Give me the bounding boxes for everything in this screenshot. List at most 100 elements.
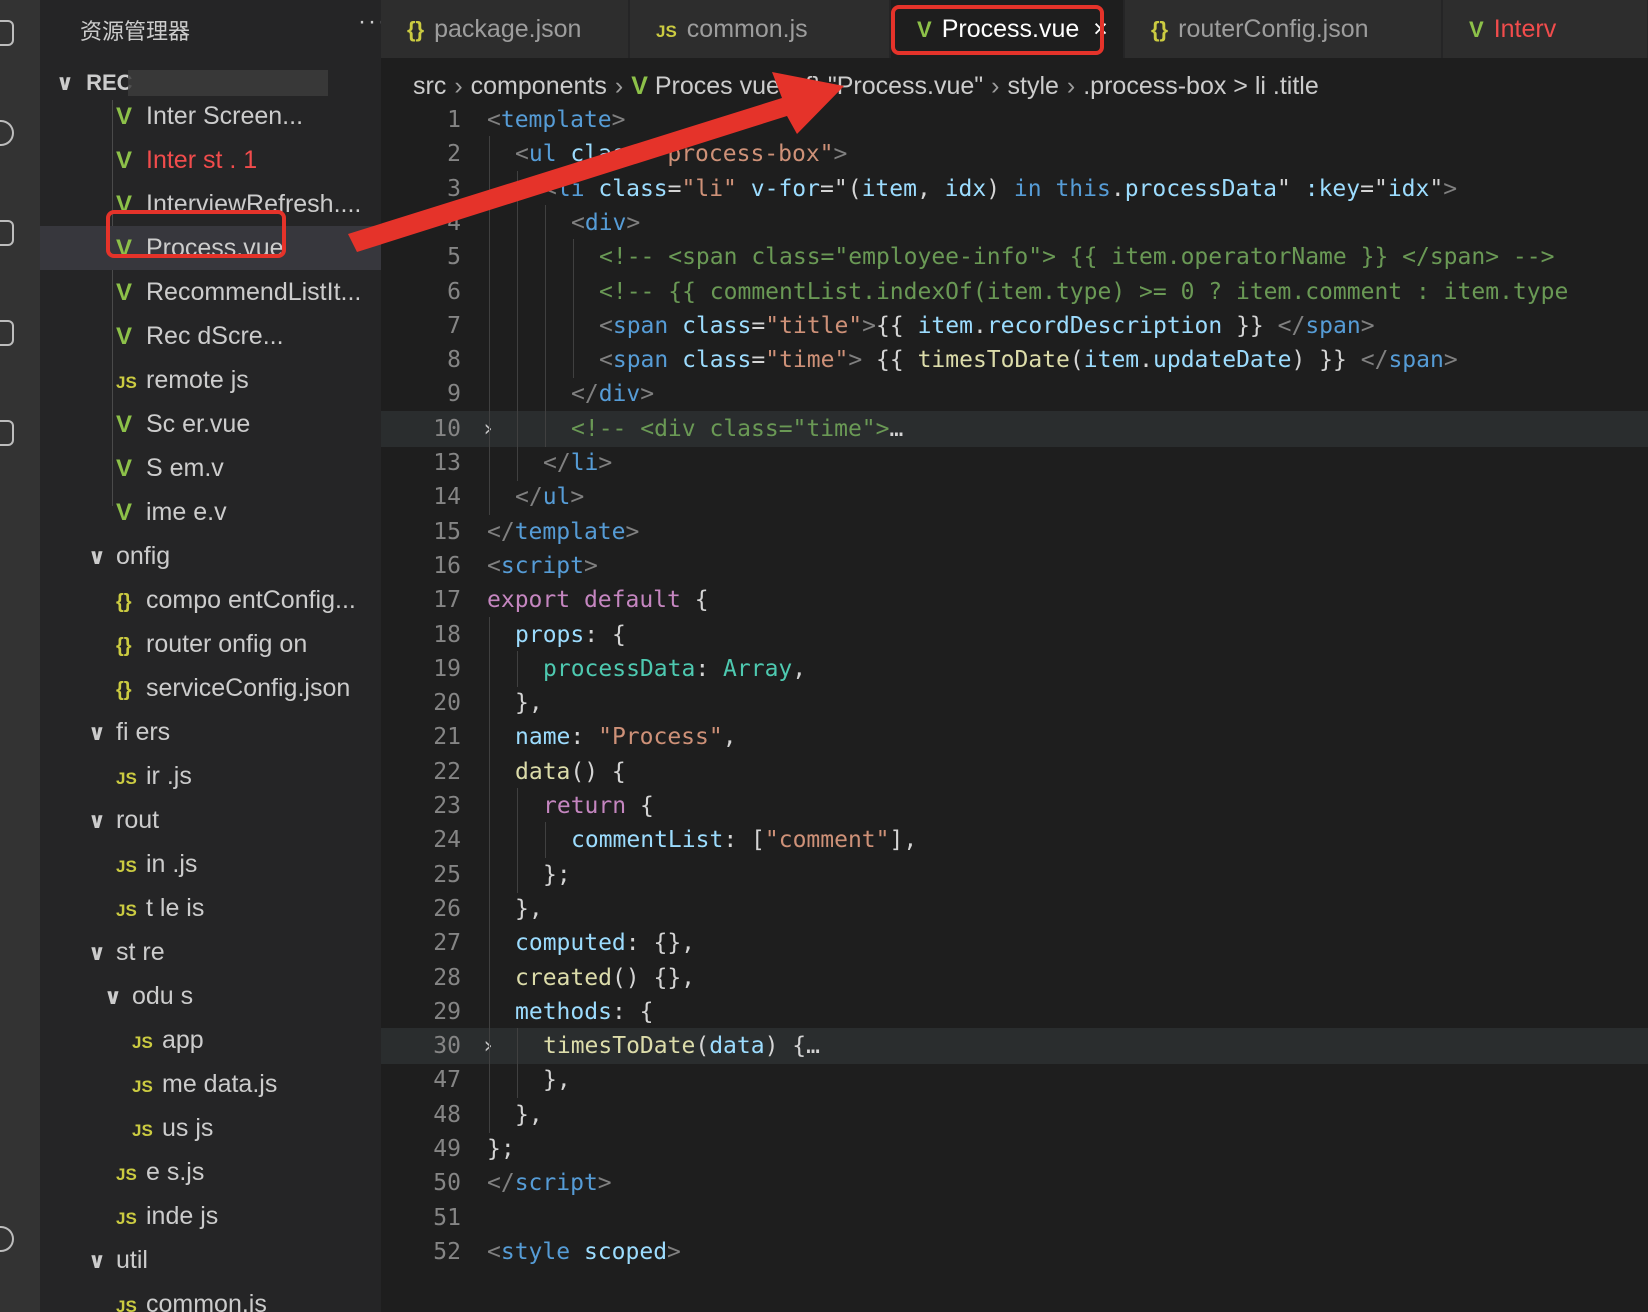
code-line[interactable]: 13 </li> [381, 445, 1648, 481]
extensions-icon[interactable] [0, 420, 14, 446]
tab-routerconfig-json[interactable]: {} routerConfig.json [1125, 0, 1442, 58]
code-token: > [598, 450, 613, 476]
folder-item[interactable]: ∨ rout [40, 798, 381, 842]
breadcrumb-item[interactable]: src [413, 72, 446, 100]
indent-guide [545, 273, 546, 310]
file-item[interactable]: {} router onfig on [40, 622, 381, 666]
tab-common-js[interactable]: JS common.js [630, 0, 890, 58]
line-number: 9 [447, 381, 461, 408]
folder-item[interactable]: ∨ st re [40, 930, 381, 974]
indent-guide [489, 788, 490, 824]
fold-chevron-icon[interactable]: › [481, 1028, 495, 1064]
code-line[interactable]: 8 <span class="time"> {{ timesToDate(item… [381, 342, 1648, 379]
file-item[interactable]: JS t le is [40, 886, 381, 930]
file-item[interactable]: JS in .js [40, 842, 381, 886]
code-token: script [514, 1170, 598, 1197]
file-item[interactable]: V Inter st . 1 [40, 138, 381, 182]
file-item[interactable]: JS app [40, 1018, 381, 1062]
file-item[interactable]: {} compo entConfig... [40, 578, 381, 622]
code-line[interactable]: 3 <li class="li" v-for="(item, idx) in th… [381, 170, 1648, 207]
breadcrumb-item[interactable]: .process-box > li .title [1083, 72, 1319, 100]
code-line[interactable]: 17 export default { [381, 582, 1648, 618]
code-line[interactable]: 19 processData: Array, [381, 650, 1648, 687]
code-line[interactable]: 26}, [381, 890, 1648, 927]
code-line[interactable]: 49}; [381, 1131, 1648, 1167]
code-line[interactable]: 16 <script> [381, 548, 1648, 584]
run-debug-icon[interactable] [0, 320, 14, 346]
fold-chevron-icon[interactable]: › [481, 411, 495, 447]
account-icon[interactable] [0, 1226, 14, 1252]
explorer-icon[interactable] [0, 20, 14, 46]
tab-package-json[interactable]: {} package.json [381, 0, 629, 58]
file-item[interactable]: {} serviceConfig.json [40, 666, 381, 710]
file-item[interactable]: V Rec dScre... [40, 314, 381, 358]
code-line[interactable]: 9 </div> [381, 376, 1648, 413]
code-text: <!-- <span class="employee-info"> {{ ite… [599, 239, 1554, 275]
code-token: template [500, 107, 612, 133]
code-token: </ [515, 484, 543, 511]
code-token: . [1110, 175, 1125, 202]
folder-item[interactable]: ∨ fi ers [40, 710, 381, 754]
code-line[interactable]: 23 return { [381, 788, 1648, 824]
more-actions-button[interactable]: ··· [358, 8, 381, 36]
code-line[interactable]: 50 </script> [381, 1165, 1648, 1201]
code-editor[interactable]: 1 <template> 2 <ul class="process-box"> 3 <li… [381, 107, 1648, 1312]
file-item[interactable]: JS e s.js [40, 1150, 381, 1194]
code-line[interactable]: 2 <ul class="process-box"> [381, 136, 1648, 173]
code-line[interactable]: 48}, [381, 1096, 1648, 1133]
code-line[interactable]: 10 › <!-- <div class="time">… [381, 410, 1648, 447]
file-item[interactable]: JS ir .js [40, 754, 381, 798]
file-item[interactable]: Vime e.v [40, 490, 381, 534]
code-token: }, [515, 895, 543, 922]
code-line[interactable]: 1 <template> [381, 102, 1648, 138]
code-token: () { [570, 758, 626, 785]
code-line[interactable]: 6 <!-- {{ commentList.indexOf(item.type) … [381, 273, 1648, 310]
code-line[interactable]: 51 [381, 1200, 1648, 1236]
code-line[interactable]: 47}, [381, 1062, 1648, 1099]
workspace-root[interactable]: ∨ REC [56, 70, 133, 96]
code-line[interactable]: 14 </ul> [381, 479, 1648, 516]
folder-item[interactable]: ∨ odu s [40, 974, 381, 1018]
folder-item[interactable]: ∨ util [40, 1238, 381, 1282]
code-token: export [487, 587, 584, 614]
code-line[interactable]: 15 </template> [381, 514, 1648, 550]
file-item[interactable]: JS remote js [40, 358, 381, 402]
file-item[interactable]: JS inde js [40, 1194, 381, 1238]
code-line[interactable]: 52 <style scoped> [381, 1234, 1648, 1270]
source-control-icon[interactable] [0, 220, 14, 246]
code-line[interactable]: 22 data() { [381, 753, 1648, 790]
code-token: li [570, 450, 599, 476]
code-token: item [861, 175, 917, 202]
code-line[interactable]: 4 <div> [381, 204, 1648, 241]
code-line[interactable]: 28 created() {}, [381, 959, 1648, 996]
code-line[interactable]: 5 <!-- <span class="employee-info"> {{ it… [381, 239, 1648, 276]
code-line[interactable]: 25}; [381, 856, 1648, 893]
code-line[interactable]: 21 name: "Process", [381, 719, 1648, 756]
file-item[interactable]: V RecommendListIt... [40, 270, 381, 314]
code-token: = [751, 347, 766, 374]
file-item[interactable]: JS me data.js [40, 1062, 381, 1106]
code-line[interactable]: 24 commentList: ["comment"], [381, 822, 1648, 859]
file-item[interactable]: JS us js [40, 1106, 381, 1150]
code-line[interactable]: 20}, [381, 685, 1648, 722]
search-icon[interactable] [0, 120, 14, 146]
breadcrumb-item[interactable]: style [1008, 72, 1059, 100]
annotation-highlight-file [106, 210, 286, 258]
code-line[interactable]: 18 props: { [381, 616, 1648, 653]
breadcrumb-item[interactable]: components [471, 72, 607, 100]
breadcrumb-item[interactable]: {} "Process.vue" [804, 72, 983, 100]
file-item[interactable]: V Sc er.vue [40, 402, 381, 446]
indent-guide [517, 445, 518, 481]
breadcrumb-item[interactable]: Proces vue [655, 72, 780, 100]
code-line[interactable]: 29 methods: { [381, 993, 1648, 1030]
folder-item[interactable]: ∨ onfig [40, 534, 381, 578]
tab-interv[interactable]: V Interv [1443, 0, 1648, 58]
line-number: 23 [433, 793, 461, 819]
code-line[interactable]: 27 computed: {}, [381, 925, 1648, 962]
code-line[interactable]: 7 <span class="title">{{ item.recordDescr… [381, 307, 1648, 344]
code-line[interactable]: 30 › timesToDate(data) {… [381, 1028, 1648, 1065]
code-token: {{ [862, 347, 918, 374]
file-item[interactable]: JS common.js [40, 1282, 381, 1312]
file-item[interactable]: V S em.v [40, 446, 381, 490]
file-item[interactable]: V Inter Screen... [40, 94, 381, 138]
